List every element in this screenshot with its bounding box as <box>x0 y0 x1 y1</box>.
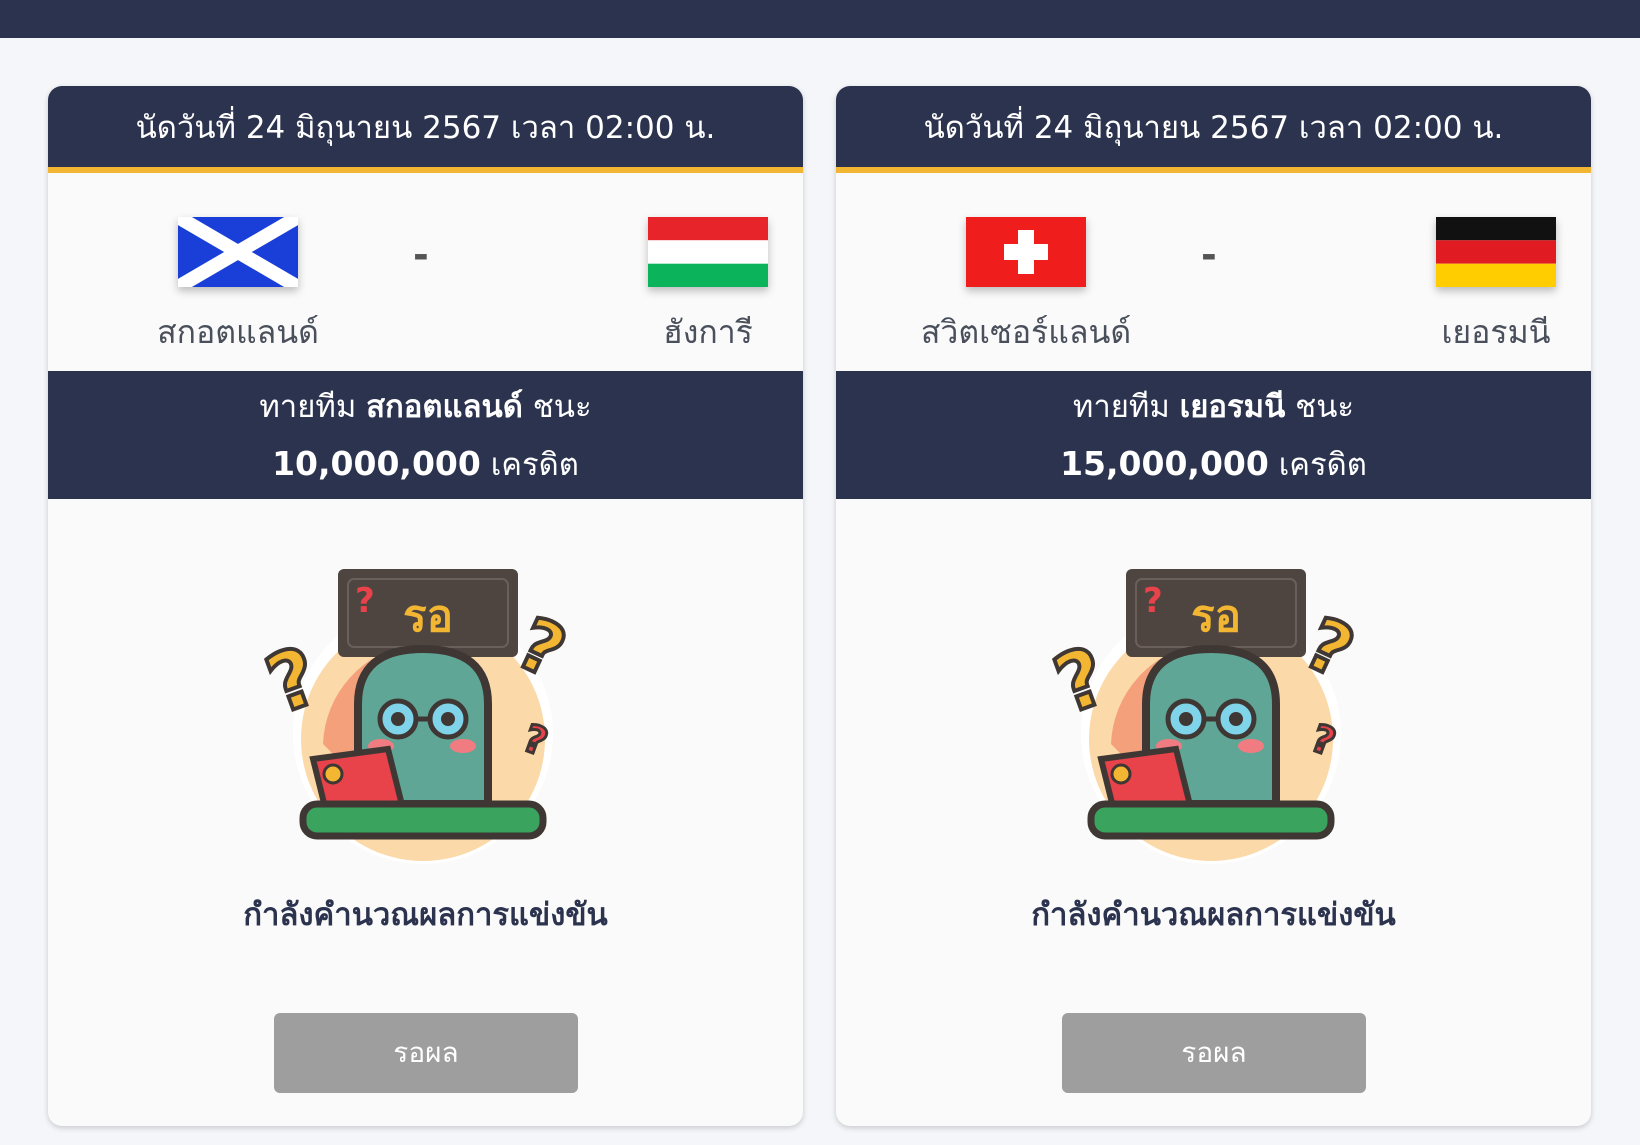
teams-row: สกอตแลนด์ - ฮังการี <box>48 173 803 371</box>
waiting-mascot-icon: รอ ? ? ? ? <box>263 569 580 864</box>
credit-unit: เครดิต <box>1278 447 1367 483</box>
away-team: เยอรมนี <box>1386 217 1591 358</box>
scotland-flag-icon <box>178 217 298 287</box>
home-team-name: สกอตแลนด์ <box>157 313 319 351</box>
waiting-mascot-area: รอ ? ? ? ? <box>836 499 1591 899</box>
prediction-panel: ทายทีม สกอตแลนด์ ชนะ 10,000,000 เครดิต <box>48 371 803 499</box>
mascot-sign-text: รอ <box>1191 591 1241 642</box>
teams-row: สวิตเซอร์แลนด์ - เยอรมนี <box>836 173 1591 371</box>
svg-text:?: ? <box>1143 581 1163 621</box>
prediction-prefix: ทายทีม <box>1072 389 1170 425</box>
match-date: นัดวันที่ 24 มิถุนายน 2567 เวลา 02:00 น. <box>836 86 1591 173</box>
top-navbar <box>0 0 1640 38</box>
hungary-flag-icon <box>648 217 768 287</box>
mascot-sign-text: รอ <box>403 591 453 642</box>
switzerland-flag-icon <box>966 217 1086 287</box>
home-team-name: สวิตเซอร์แลนด์ <box>920 313 1132 351</box>
germany-flag-icon <box>1436 217 1556 287</box>
credit-amount: 10,000,000 <box>272 444 481 483</box>
waiting-mascot-area: รอ ? ? ? ? <box>48 499 803 899</box>
match-card: นัดวันที่ 24 มิถุนายน 2567 เวลา 02:00 น.… <box>48 86 803 1126</box>
predicted-team: เยอรมนี <box>1179 389 1286 425</box>
predicted-team: สกอตแลนด์ <box>366 389 523 425</box>
wait-result-button[interactable]: รอผล <box>274 1013 578 1093</box>
prediction-suffix: ชนะ <box>532 389 592 425</box>
prediction-panel: ทายทีม เยอรมนี ชนะ 15,000,000 เครดิต <box>836 371 1591 499</box>
svg-text:?: ? <box>355 581 375 621</box>
away-team-name: ฮังการี <box>663 313 753 351</box>
score-separator: - <box>1201 233 1217 277</box>
match-date: นัดวันที่ 24 มิถุนายน 2567 เวลา 02:00 น. <box>48 86 803 173</box>
home-team: สวิตเซอร์แลนด์ <box>916 217 1136 358</box>
home-team: สกอตแลนด์ <box>128 217 348 358</box>
prediction-suffix: ชนะ <box>1295 389 1355 425</box>
match-card: นัดวันที่ 24 มิถุนายน 2567 เวลา 02:00 น.… <box>836 86 1591 1126</box>
credit-unit: เครดิต <box>490 447 579 483</box>
prediction-prefix: ทายทีม <box>259 389 357 425</box>
waiting-mascot-icon: รอ ? ? ? ? <box>1051 569 1368 864</box>
wait-result-button[interactable]: รอผล <box>1062 1013 1366 1093</box>
score-separator: - <box>413 233 429 277</box>
credit-amount: 15,000,000 <box>1060 444 1269 483</box>
away-team: ฮังการี <box>598 217 803 358</box>
away-team-name: เยอรมนี <box>1441 313 1551 351</box>
